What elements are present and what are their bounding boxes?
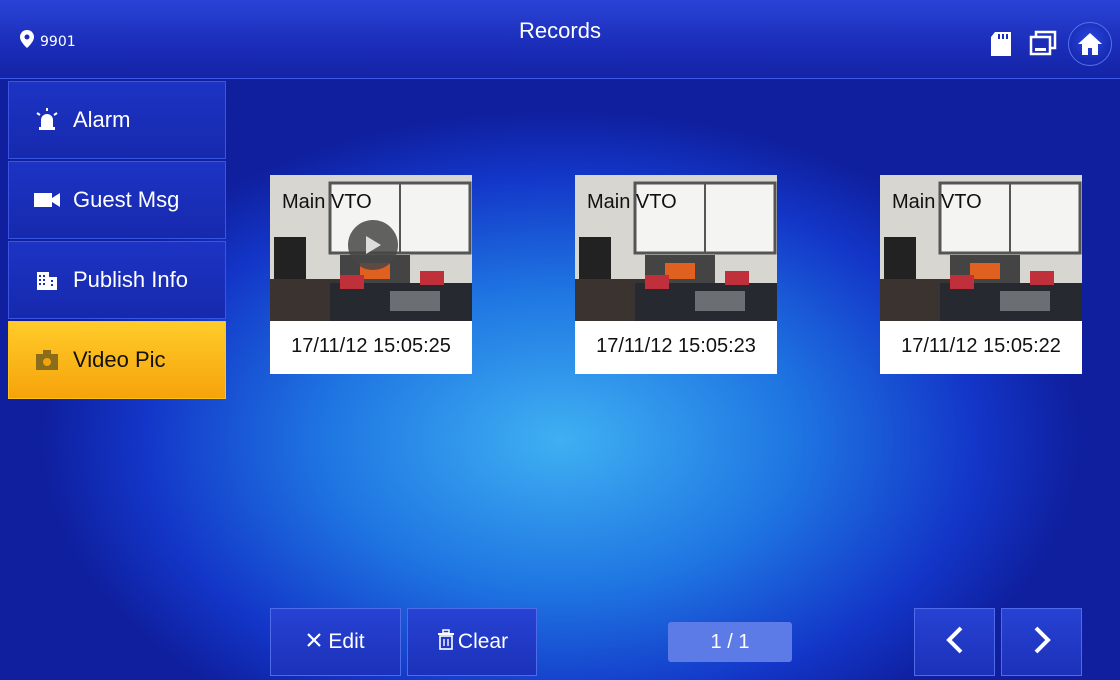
edit-button[interactable]: Edit <box>270 608 401 676</box>
home-icon <box>1078 33 1102 55</box>
record-thumbnail[interactable]: Main VTO <box>575 175 777 321</box>
record-card[interactable]: Main VTO 17/11/12 15:05:22 <box>880 175 1082 374</box>
next-page-button[interactable] <box>1001 608 1082 676</box>
play-button[interactable] <box>348 220 398 270</box>
sidebar: Alarm Guest Msg Publish Info Video Pic <box>8 81 226 401</box>
building-icon <box>27 269 67 291</box>
sd-card-icon[interactable] <box>984 27 1018 61</box>
record-source: Main VTO <box>892 191 982 213</box>
alarm-icon <box>27 107 67 133</box>
play-icon <box>366 236 381 254</box>
clear-button[interactable]: Clear <box>407 608 537 676</box>
chevron-left-icon <box>945 625 965 660</box>
clear-label: Clear <box>457 630 509 653</box>
record-source: Main VTO <box>282 191 372 213</box>
sidebar-item-guest-msg[interactable]: Guest Msg <box>8 161 226 239</box>
sidebar-item-label: Publish Info <box>73 267 188 292</box>
sidebar-item-label: Video Pic <box>73 347 166 372</box>
record-thumbnail[interactable]: Main VTO <box>880 175 1082 321</box>
chevron-right-icon <box>1032 625 1052 660</box>
edit-label: Edit <box>328 630 365 653</box>
video-camera-icon <box>27 190 67 210</box>
top-bar: 9901 Records <box>0 0 1120 79</box>
record-timestamp: 17/11/12 15:05:25 <box>291 335 451 357</box>
trash-icon <box>436 628 456 656</box>
sidebar-item-label: Guest Msg <box>73 187 180 212</box>
page-indicator: 1 / 1 <box>668 622 792 662</box>
home-button[interactable] <box>1068 22 1112 66</box>
sidebar-item-alarm[interactable]: Alarm <box>8 81 226 159</box>
sidebar-item-video-pic[interactable]: Video Pic <box>8 321 226 399</box>
record-card[interactable]: Main VTO 17/11/12 15:05:25 <box>270 175 472 374</box>
record-timestamp: 17/11/12 15:05:23 <box>596 335 756 357</box>
page-title: Records <box>519 18 601 43</box>
record-card[interactable]: Main VTO 17/11/12 15:05:23 <box>575 175 777 374</box>
sidebar-item-label: Alarm <box>73 107 131 132</box>
monitor-icon[interactable] <box>1026 27 1060 61</box>
record-source: Main VTO <box>587 191 677 213</box>
sidebar-item-publish-info[interactable]: Publish Info <box>8 241 226 319</box>
record-thumbnail[interactable]: Main VTO <box>270 175 472 321</box>
record-timestamp: 17/11/12 15:05:22 <box>901 335 1061 357</box>
close-icon <box>306 632 322 653</box>
previous-page-button[interactable] <box>914 608 995 676</box>
camera-bag-icon <box>27 349 67 371</box>
